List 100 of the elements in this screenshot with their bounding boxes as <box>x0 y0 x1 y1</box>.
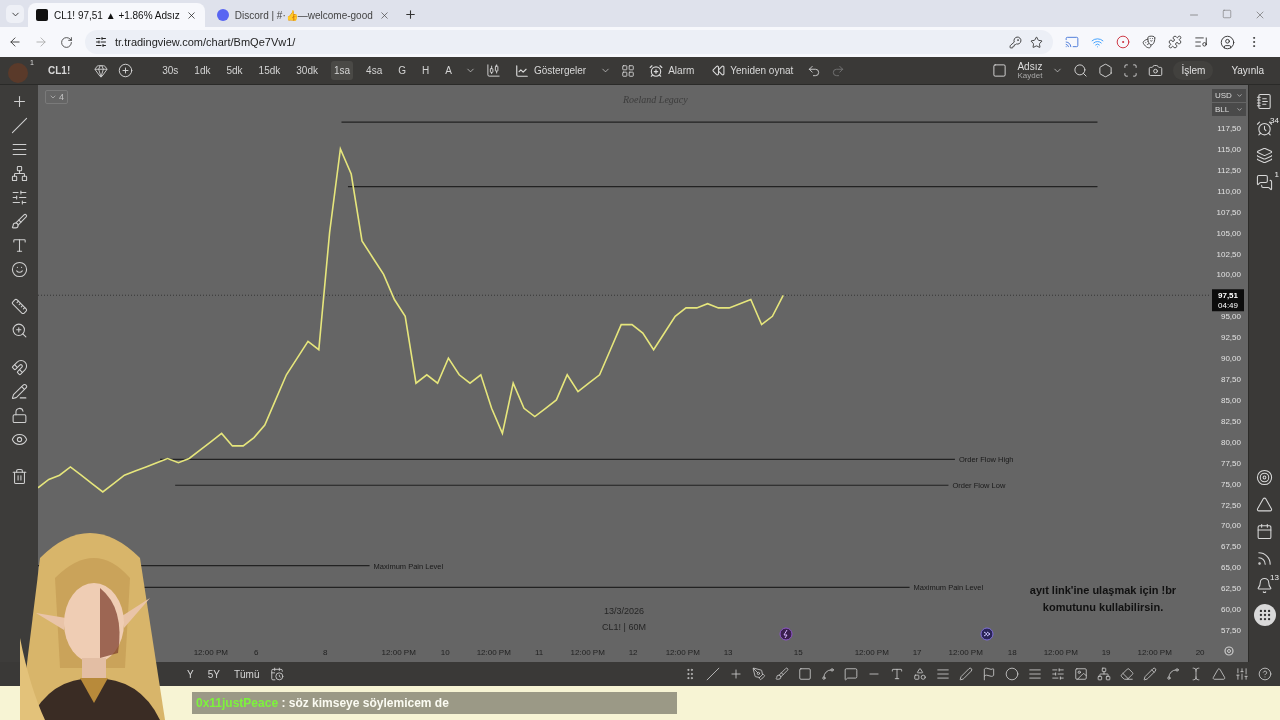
trade-button[interactable]: İşlem <box>1173 61 1214 80</box>
drawing-tool-icon[interactable] <box>1143 667 1157 681</box>
trend-line-icon[interactable] <box>10 117 28 134</box>
add-symbol-icon[interactable] <box>118 63 134 78</box>
drawing-tool-icon[interactable] <box>1074 667 1088 681</box>
reload-icon[interactable] <box>60 35 73 49</box>
drawing-tool-icon[interactable] <box>844 667 858 681</box>
drawing-tool-icon[interactable] <box>752 667 766 681</box>
magnet-icon[interactable] <box>10 359 28 376</box>
drawing-tool-icon[interactable] <box>775 667 789 681</box>
drawing-tool-icon[interactable] <box>798 667 812 681</box>
alarm-button[interactable]: Alarm <box>645 60 699 81</box>
interval-button[interactable]: H <box>419 61 433 80</box>
mask-icon[interactable] <box>1142 35 1156 49</box>
text-icon[interactable] <box>10 237 28 254</box>
price-axis-label: 57,50 <box>1220 626 1241 635</box>
currency-button[interactable]: USD <box>1212 89 1246 102</box>
indicators-button[interactable]: Göstergeler <box>510 60 591 81</box>
drawing-tool-icon[interactable] <box>936 667 950 681</box>
puzzle-icon[interactable] <box>1168 35 1182 49</box>
search-icon[interactable] <box>1073 63 1089 78</box>
drawing-tool-icon[interactable] <box>1120 667 1134 681</box>
ruler-icon[interactable] <box>10 298 28 315</box>
lines-icon[interactable] <box>10 141 28 158</box>
close-icon[interactable] <box>185 9 197 21</box>
layout-grid-icon[interactable] <box>621 63 636 78</box>
target-icon[interactable] <box>1256 469 1273 486</box>
drawing-tool-icon[interactable] <box>1258 667 1272 681</box>
publish-button[interactable]: Yayınla <box>1223 61 1272 80</box>
brush-icon[interactable] <box>10 213 28 230</box>
drawing-tool-icon[interactable] <box>1097 667 1111 681</box>
close-icon[interactable] <box>378 9 390 21</box>
profile-icon[interactable] <box>1220 34 1235 50</box>
range-button[interactable]: 5Y <box>204 666 223 682</box>
back-icon[interactable] <box>8 35 22 49</box>
pencil-icon[interactable] <box>10 383 28 400</box>
drawing-tool-icon[interactable] <box>1166 667 1180 681</box>
calendar-icon[interactable] <box>1256 523 1273 540</box>
interval-button[interactable]: 4sa <box>363 61 386 80</box>
star-icon[interactable] <box>1030 35 1043 49</box>
drawing-tool-icon[interactable] <box>913 667 927 681</box>
candlestick-icon[interactable] <box>485 63 501 78</box>
rss-icon[interactable] <box>1256 550 1273 567</box>
lightning-icon[interactable] <box>779 627 793 641</box>
range-button[interactable]: Y <box>184 666 197 682</box>
unlock-icon[interactable] <box>10 407 28 424</box>
zoom-in-icon[interactable] <box>10 322 28 339</box>
drawing-tool-icon[interactable] <box>1028 667 1042 681</box>
fullscreen-icon[interactable] <box>1123 63 1139 78</box>
current-price: 97,51 <box>1218 291 1238 301</box>
extension-icon[interactable] <box>1116 35 1130 49</box>
eye-icon[interactable] <box>10 431 28 448</box>
interval-button[interactable]: 1dk <box>191 61 214 80</box>
replay-button[interactable]: Yeniden oynat <box>708 61 798 80</box>
drawing-tool-icon[interactable] <box>1051 667 1065 681</box>
diamond-icon[interactable] <box>94 63 109 78</box>
cast-icon[interactable] <box>1065 35 1079 49</box>
drawing-tool-icon[interactable] <box>821 667 835 681</box>
collapse-button[interactable]: 4 <box>45 90 68 104</box>
interval-button[interactable]: 30dk <box>293 61 321 80</box>
interval-button[interactable]: 30s <box>159 61 182 80</box>
drawing-tool-icon[interactable] <box>982 667 996 681</box>
range-icon[interactable] <box>10 189 28 206</box>
drawing-tool-icon[interactable] <box>1235 667 1249 681</box>
drawing-tool-icon[interactable] <box>959 667 973 681</box>
key-icon[interactable] <box>1009 35 1022 49</box>
interval-button[interactable]: G <box>395 61 409 80</box>
trash-icon[interactable] <box>10 468 28 485</box>
range-button[interactable]: Tümü <box>230 666 263 682</box>
interval-button[interactable]: A <box>442 61 455 80</box>
site-info-icon[interactable] <box>95 36 107 48</box>
interval-button[interactable]: 1sa <box>331 61 354 80</box>
symbol-name[interactable]: CL1! <box>48 65 71 76</box>
unit-button[interactable]: BLL <box>1212 103 1246 116</box>
smile-icon[interactable] <box>10 261 28 278</box>
interval-button[interactable]: 15dk <box>255 61 284 80</box>
drawing-tool-icon[interactable] <box>1212 667 1226 681</box>
notice-text: ayıt link'ine ulaşmak için !br komutunu kullabilirsin. <box>1028 583 1178 615</box>
apps-button[interactable] <box>1253 604 1276 626</box>
drawing-tool-icon[interactable] <box>729 667 743 681</box>
drawing-tool-icon[interactable] <box>1005 667 1019 681</box>
browser-tab[interactable]: Discord | #·👍—welcome-good <box>208 3 398 27</box>
camera-icon[interactable] <box>1148 63 1164 78</box>
go-to-date-icon[interactable] <box>270 667 285 681</box>
layout-name[interactable]: Adsız Kaydet <box>1017 61 1043 80</box>
pattern-icon[interactable] <box>10 165 28 182</box>
square-icon[interactable] <box>992 63 1008 78</box>
undo-icon[interactable] <box>807 63 822 78</box>
chat-icon[interactable] <box>1256 174 1273 191</box>
forward-icon[interactable] <box>980 627 994 641</box>
layers-icon[interactable] <box>1256 147 1273 164</box>
price-axis-label: 65,00 <box>1220 563 1241 573</box>
drawing-tool-icon[interactable] <box>890 667 904 681</box>
drawing-tool-icon[interactable] <box>706 667 720 681</box>
watchlist-icon[interactable] <box>1256 93 1273 110</box>
interval-button[interactable]: 5dk <box>223 61 246 80</box>
playlist-icon[interactable] <box>1194 35 1208 49</box>
triangle-icon[interactable] <box>1256 496 1273 513</box>
address-field[interactable]: tr.tradingview.com/chart/BmQe7Vw1/ <box>85 30 1053 54</box>
browser-tab[interactable]: CL1! 97,51 ▲ +1.86% Adsız <box>28 3 205 27</box>
